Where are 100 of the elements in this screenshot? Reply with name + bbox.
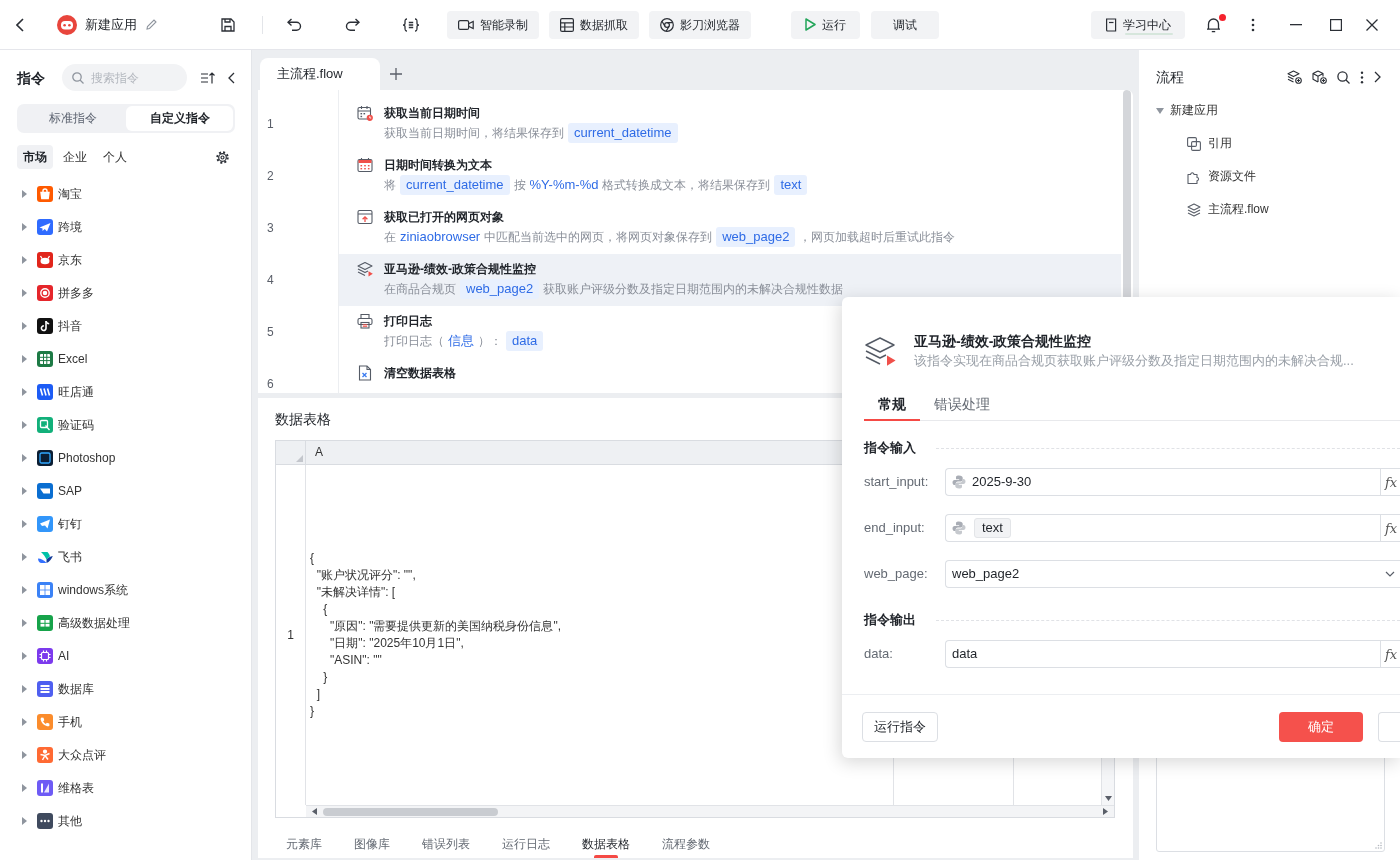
data-capture-button[interactable]: 数据抓取 — [549, 10, 639, 39]
redo-icon[interactable] — [345, 18, 360, 31]
code-block-icon[interactable] — [402, 17, 420, 32]
run-command-button[interactable]: 运行指令 — [862, 711, 938, 742]
layers-add-icon[interactable] — [1287, 70, 1302, 84]
panel-tab[interactable]: 元素库 — [286, 823, 322, 858]
tree-item[interactable]: 主流程.flow — [1156, 193, 1385, 226]
dropdown-field[interactable]: web_page2 — [945, 560, 1400, 588]
scope-tab[interactable]: 市场 — [17, 145, 53, 169]
bell-icon[interactable] — [1206, 16, 1221, 33]
panel-tab[interactable]: 数据表格 — [582, 823, 630, 858]
line-number: 3 — [267, 221, 274, 235]
scroll-right-icon[interactable] — [1103, 808, 1108, 815]
chevron-right-icon[interactable] — [1374, 71, 1381, 83]
browser-button[interactable]: 影刀浏览器 — [649, 10, 751, 39]
category-item[interactable]: 验证码 — [17, 408, 235, 441]
category-item[interactable]: AI — [17, 639, 235, 672]
corner-cell[interactable] — [276, 441, 306, 465]
panel-tab[interactable]: 图像库 — [354, 823, 390, 858]
chevron-left-icon[interactable] — [228, 71, 235, 84]
maximize-icon[interactable] — [1330, 18, 1342, 31]
input-field[interactable]: text fx — [945, 514, 1400, 542]
category-item[interactable]: 跨境 — [17, 210, 235, 243]
minimize-icon[interactable] — [1290, 23, 1302, 26]
sort-icon[interactable] — [200, 71, 215, 84]
category-item[interactable]: 京东 — [17, 243, 235, 276]
app-tile-icon — [37, 779, 53, 796]
panel-tab[interactable]: 错误列表 — [422, 823, 470, 858]
category-item[interactable]: 数据库 — [17, 672, 235, 705]
app-tile-icon — [37, 482, 53, 499]
category-item[interactable]: 抖音 — [17, 309, 235, 342]
category-item[interactable]: 飞书 — [17, 540, 235, 573]
formula-button[interactable]: fx — [1380, 515, 1400, 541]
dialog-tab[interactable]: 错误处理 — [920, 391, 1004, 421]
scroll-left-icon[interactable] — [312, 808, 317, 815]
close-icon[interactable] — [1366, 18, 1378, 31]
category-item[interactable]: Photoshop — [17, 441, 235, 474]
category-item[interactable]: Excel — [17, 342, 235, 375]
category-item[interactable]: 淘宝 — [17, 177, 235, 210]
category-item[interactable]: 手机 — [17, 705, 235, 738]
category-item[interactable]: 大众点评 — [17, 738, 235, 771]
input-field[interactable]: 2025-9-30 fx — [945, 468, 1400, 496]
shopping-bag-icon — [37, 185, 53, 202]
step-description: ）： — [478, 333, 502, 350]
formula-button[interactable]: fx — [1380, 469, 1400, 495]
row-header[interactable]: 1 — [276, 465, 306, 805]
category-item[interactable]: 高级数据处理 — [17, 606, 235, 639]
dialog-tab[interactable]: 常规 — [864, 391, 920, 421]
back-icon[interactable] — [16, 17, 24, 32]
category-item[interactable]: 钉钉 — [17, 507, 235, 540]
add-tab-icon[interactable] — [390, 68, 402, 80]
line-number: 1 — [267, 117, 274, 131]
chip-icon — [37, 647, 53, 664]
play-icon — [805, 18, 816, 31]
scrollbar-thumb[interactable] — [323, 807, 498, 816]
save-icon[interactable] — [221, 17, 235, 32]
category-item[interactable]: SAP — [17, 474, 235, 507]
category-item[interactable]: 维格表 — [17, 771, 235, 804]
segment-tab[interactable]: 自定义指令 — [126, 106, 233, 131]
printer-icon — [357, 313, 373, 329]
category-item[interactable]: 其他 — [17, 804, 235, 837]
segment-tab[interactable]: 标准指令 — [19, 106, 126, 131]
paper-plane-icon — [37, 515, 53, 532]
scrollbar-thumb[interactable] — [1123, 90, 1131, 300]
resize-grip-icon[interactable] — [1375, 842, 1382, 849]
panel-tab[interactable]: 流程参数 — [662, 823, 710, 858]
scope-tab[interactable]: 企业 — [57, 145, 93, 169]
flow-step[interactable]: 获取已打开的网页对象 在 ziniaobrowser 中匹配当前选中的网页，将网页对象保存到 web_page2 ，网页加载超时后重试此指令 — [339, 202, 1121, 254]
step-description: 按 — [513, 177, 526, 194]
scope-tab[interactable]: 个人 — [97, 145, 133, 169]
flow-step[interactable]: 获取当前日期时间 获取当前日期时间，将结果保存到 current_datetime — [339, 98, 1121, 150]
formula-button[interactable]: fx — [1380, 641, 1400, 667]
settings-icon[interactable] — [216, 150, 229, 164]
robot-logo-icon — [57, 14, 77, 35]
edit-icon[interactable] — [146, 19, 157, 30]
input-field[interactable]: data fx — [945, 640, 1400, 668]
panel-tab[interactable]: 运行日志 — [502, 823, 550, 858]
spreadsheet-icon — [37, 350, 53, 367]
record-button[interactable]: 智能录制 — [447, 10, 539, 39]
category-item[interactable]: 旺店通 — [17, 375, 235, 408]
scroll-down-icon[interactable] — [1104, 796, 1112, 801]
tree-item[interactable]: 引用 — [1156, 127, 1385, 160]
more-icon[interactable] — [1360, 70, 1364, 84]
flow-step[interactable]: 亚马逊-绩效-政策合规性监控 在商品合规页 web_page2 获取账户评级分数及指定日期范围内的未解决合规性数据 — [339, 254, 1121, 306]
editor-tab[interactable]: 主流程.flow — [260, 58, 380, 90]
flow-step[interactable]: 日期时间转换为文本 将 current_datetime 按 %Y-%m-%d 格式转换成文本，将结果保存到 text — [339, 150, 1121, 202]
more-icon[interactable] — [1251, 17, 1255, 32]
dialog-title: 亚马逊-绩效-政策合规性监控 — [914, 332, 1093, 351]
tree-item[interactable]: 资源文件 — [1156, 160, 1385, 193]
category-item[interactable]: 拼多多 — [17, 276, 235, 309]
run-button[interactable]: 运行 — [791, 10, 860, 39]
column-header[interactable]: A — [306, 441, 843, 465]
learning-center-button[interactable]: 学习中心 — [1091, 10, 1185, 39]
undo-icon[interactable] — [287, 18, 302, 31]
cube-add-icon[interactable] — [1312, 70, 1327, 84]
tree-item[interactable]: 新建应用 — [1156, 94, 1385, 127]
search-icon[interactable] — [1337, 70, 1350, 84]
step-description: 将 — [384, 177, 396, 194]
debug-button[interactable]: 调试 — [871, 10, 939, 39]
category-item[interactable]: windows系统 — [17, 573, 235, 606]
